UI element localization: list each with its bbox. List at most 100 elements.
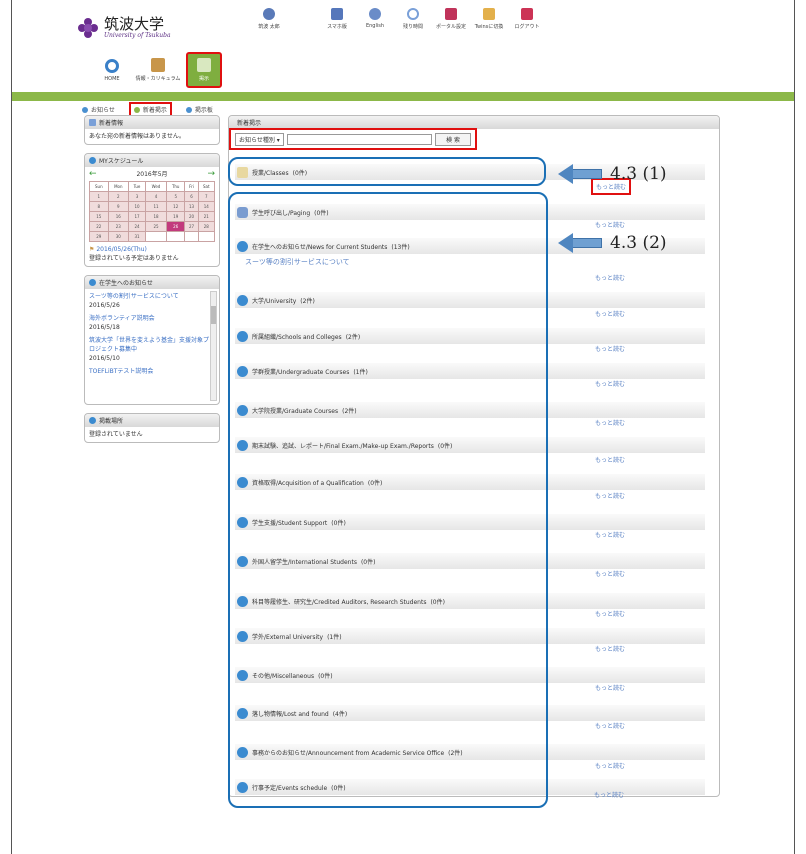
calendar-flag-icon: ⚑ <box>89 246 95 253</box>
more-link[interactable]: もっと読む <box>595 455 625 464</box>
calendar-day[interactable]: 5 <box>166 191 186 202</box>
more-link[interactable]: もっと読む <box>595 569 625 578</box>
calendar-day[interactable]: 24 <box>128 221 146 232</box>
calendar-day[interactable]: 29 <box>89 231 109 242</box>
more-link[interactable]: もっと読む <box>594 790 624 799</box>
nav-remaining-time[interactable]: 残り時間 <box>394 8 432 30</box>
notice-list[interactable]: スーツ等の割引サービスについて 2016/5/26 海外ボランティア説明会 2016… <box>85 289 219 404</box>
book-icon <box>151 58 165 72</box>
home-icon <box>105 58 119 73</box>
calendar-day[interactable]: 4 <box>144 191 168 202</box>
calendar-day[interactable]: 6 <box>184 191 199 202</box>
more-link[interactable]: もっと読む <box>595 721 625 730</box>
next-month-arrow-icon[interactable]: → <box>207 170 215 179</box>
calendar-day[interactable]: 10 <box>128 201 146 212</box>
category-select[interactable]: お知らせ種別 ▾ <box>235 132 284 146</box>
more-link[interactable]: もっと読む <box>595 530 625 539</box>
info-icon <box>185 106 192 113</box>
prev-month-arrow-icon[interactable]: ← <box>89 170 97 179</box>
calendar-day[interactable]: 14 <box>197 201 216 212</box>
notice-link[interactable]: 海外ボランティア説明会 <box>89 314 209 323</box>
more-link[interactable]: もっと読む <box>595 344 625 353</box>
nav-label: English <box>365 23 385 29</box>
nav-portal-settings[interactable]: ポータル設定 <box>432 8 470 30</box>
calendar-day[interactable]: 31 <box>128 231 146 242</box>
notice-link[interactable]: 筑波大学「世界を変えよう基金」支援対象プロジェクト募集中 <box>89 336 209 354</box>
weekday-label: Thu <box>166 181 186 192</box>
user-icon <box>263 8 275 20</box>
nav-smartphone[interactable]: スマホ版 <box>318 8 356 30</box>
calendar-day[interactable]: 22 <box>89 221 109 232</box>
calendar-day[interactable]: 3 <box>128 191 146 202</box>
more-link[interactable]: もっと読む <box>595 761 625 770</box>
nav-switch-twins[interactable]: Twinsに切換 <box>470 8 508 30</box>
calendar-day[interactable]: 16 <box>107 211 130 222</box>
curriculum-button[interactable]: 情報・カリキュラム <box>136 52 180 88</box>
annotation-label-2: 4.3 (2) <box>558 233 667 253</box>
university-logo[interactable]: 筑波大学 University of Tsukuba <box>78 16 171 39</box>
bulletin-button[interactable]: 掲示 <box>186 52 222 88</box>
calendar-day[interactable]: 23 <box>107 221 130 232</box>
top-nav: 筑波 太郎 スマホ版 English 残り時間 ポータル設定 Twinsに切換 … <box>250 8 546 30</box>
calendar-day[interactable]: 2 <box>107 191 130 202</box>
annotation-text: 4.3 (1) <box>610 164 667 184</box>
search-button[interactable]: 検 索 <box>435 132 471 146</box>
portal-settings-icon <box>445 8 457 20</box>
more-link[interactable]: もっと読む <box>595 220 625 229</box>
search-input[interactable] <box>286 133 433 145</box>
calendar-day[interactable]: 9 <box>107 201 130 212</box>
calendar-day[interactable]: 17 <box>128 211 146 222</box>
more-link[interactable]: もっと読む <box>595 309 625 318</box>
calendar-day[interactable]: 27 <box>184 221 199 232</box>
calendar-day[interactable]: 15 <box>89 211 109 222</box>
weekday-label: Mon <box>107 181 130 192</box>
calendar-day[interactable]: 7 <box>197 191 216 202</box>
calendar-day[interactable]: 21 <box>197 211 216 222</box>
calendar-day[interactable]: 13 <box>184 201 199 212</box>
nav-english[interactable]: English <box>356 8 394 30</box>
no-events-text: 登録されている予定はありません <box>89 255 179 262</box>
calendar-day[interactable]: 20 <box>184 211 199 222</box>
more-link[interactable]: もっと読む <box>595 491 625 500</box>
icon-label: 掲示 <box>198 76 209 82</box>
weekday-label: Tue <box>128 181 146 192</box>
bookmarks-box: 掲載場所 登録されていません <box>84 413 220 443</box>
calendar-day[interactable]: 19 <box>166 211 186 222</box>
calendar-day[interactable]: 11 <box>144 201 168 212</box>
home-button[interactable]: HOME <box>94 52 130 88</box>
calendar-day[interactable]: 8 <box>89 201 109 212</box>
calendar-day[interactable]: 18 <box>144 211 168 222</box>
more-link[interactable]: もっと読む <box>595 609 625 618</box>
calendar-day[interactable]: 30 <box>107 231 130 242</box>
notice-link[interactable]: スーツ等の割引サービスについて <box>89 292 209 301</box>
calendar-day[interactable]: 28 <box>197 221 216 232</box>
more-link[interactable]: もっと読む <box>595 379 625 388</box>
user-menu[interactable]: 筑波 太郎 <box>250 8 288 30</box>
notice-scrollbar[interactable] <box>210 291 217 401</box>
more-link[interactable]: もっと読む <box>595 644 625 653</box>
annotation-box-2 <box>228 192 548 808</box>
info-icon <box>89 279 96 286</box>
annotation-box-1 <box>228 157 546 186</box>
calendar-day-today[interactable]: 26 <box>166 221 186 232</box>
more-link[interactable]: もっと読む <box>595 273 625 282</box>
calendar-month: 2016年5月 <box>136 171 168 178</box>
subnav-board[interactable]: 掲示板 <box>185 105 213 114</box>
nav-logout[interactable]: ログアウト <box>508 8 546 30</box>
logo-en: University of Tsukuba <box>104 32 171 39</box>
calendar-day[interactable]: 25 <box>144 221 168 232</box>
notice-link[interactable]: TOEFLiBTテスト説明会 <box>89 367 209 376</box>
more-link[interactable]: もっと読む <box>595 683 625 692</box>
logo-mark-icon <box>78 17 98 38</box>
more-link[interactable]: もっと読む <box>595 418 625 427</box>
calendar-day[interactable]: 12 <box>166 201 186 212</box>
calendar-day[interactable]: 1 <box>89 191 109 202</box>
calendar-day <box>144 231 168 242</box>
clock-icon <box>407 8 419 20</box>
calendar-grid: Sun Mon Tue Wed Thu Fri Sat 1234567 8 9 10 11 12 13… <box>89 181 216 242</box>
weekday-label: Fri <box>184 181 199 192</box>
logout-icon <box>521 8 533 20</box>
selected-date[interactable]: 2016/05/26(Thu) <box>96 246 147 253</box>
subnav-notices[interactable]: お知らせ <box>82 105 115 114</box>
nav-label: 残り時間 <box>402 24 423 30</box>
